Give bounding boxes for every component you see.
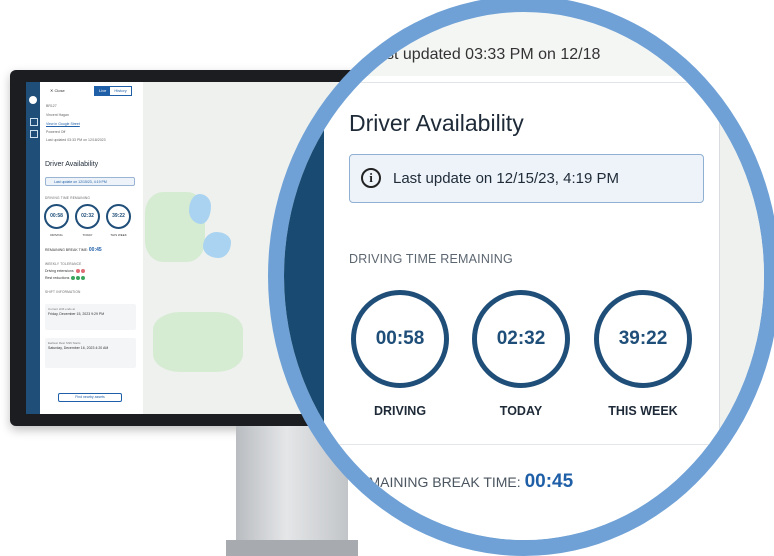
ring-label: TODAY [82,233,93,237]
last-update-alert: Last update on 12/15/23, 4:19 PM [45,177,135,186]
driving-time-label: DRIVING TIME REMAINING [45,196,91,200]
status-dot-icon [80,269,85,274]
last-updated-text: Last updated 03:33 PM on 12/18/2023 [46,138,106,142]
week-ring: 39:22 [594,290,692,388]
app-logo-icon[interactable] [29,96,37,104]
break-value: 00:45 [524,471,574,492]
break-time: REMAINING BREAK TIME: 00:45 [45,247,102,253]
find-nearby-button[interactable]: Find nearby assets [58,393,122,402]
rest-reductions-row: Rest reductions [45,276,86,281]
today-ring: 02:32 [75,204,100,229]
break-value: 00:45 [88,247,102,253]
street-view-link[interactable]: View in Google Street [46,122,80,126]
ring-value: 02:32 [81,213,94,219]
last-update-alert: i Last update on 12/15/23, 4:19 PM [349,154,704,203]
status-dot-icon [81,276,86,281]
break-time: REMAINING BREAK TIME: 00:45 [349,471,573,493]
status-dot-icon [75,269,80,274]
today-label: TODAY [499,404,543,418]
driver-side-panel: ✕ Close Live History BR127 Vincent Hagan… [40,82,144,414]
zoomed-map [716,16,764,540]
close-button[interactable]: ✕ Close [50,88,65,93]
today-ring: 02:32 [472,290,570,388]
zoomed-nav-rail [284,76,324,540]
alert-text: Last update on 12/15/23, 4:19 PM [393,170,620,187]
zoomed-view: st updated 03:33 PM on 12/18 Driver Avai… [284,16,764,553]
info-icon: i [361,168,381,188]
tab-history[interactable]: History [110,87,130,95]
tolerance-label: ERANCE [388,539,441,553]
today-value: 02:32 [496,328,546,349]
magnifier-lens: st updated 03:33 PM on 12/18 Driver Avai… [268,0,774,556]
card-value: Friday, December 15, 2023 9:29 PM [48,312,105,316]
rest-start-card: Earliest Rest Shift Starts Saturday, Dece… [45,338,136,368]
status-dot-icon [76,276,81,281]
tolerance-label: WEEKLY TOLERANCE [45,262,82,266]
break-label: REMAINING BREAK TIME: [349,474,521,490]
driving-ring: 00:58 [351,290,449,388]
tab-live[interactable]: Live [95,87,111,95]
ring-label: DRIVING [50,233,63,237]
live-history-toggle[interactable]: Live History [94,86,132,96]
lake [189,194,211,224]
lake [203,232,231,258]
vehicle-id: BR127 [46,104,57,108]
week-label: THIS WEEK [608,404,678,418]
driver-name: Vincent Hagan [46,113,69,117]
row-label: Driving extensions [45,269,74,273]
week-value: 39:22 [618,328,668,349]
list-icon[interactable] [30,130,38,138]
status-dot-icon [71,276,76,281]
shift-info-label: SHIFT INFORMATION [45,290,81,294]
row-label: Rest reductions [45,276,70,280]
layers-icon[interactable] [30,118,38,126]
page-title: Driver Availability [349,110,524,136]
shift-end-card: Current shift ends at Friday, December 15… [45,304,136,330]
power-status: Powered Off [46,130,66,134]
driving-label: DRIVING [373,404,427,418]
divider [324,444,719,445]
monitor-stand-base [226,540,358,556]
break-label: REMAINING BREAK TIME: [45,248,88,252]
driving-value: 00:58 [375,328,425,349]
card-value: Saturday, December 16, 2023 4:20 AM [48,346,109,350]
park-area [153,312,243,372]
ring-value: 39:22 [112,213,125,219]
driving-extensions-row: Driving extensions [45,269,85,274]
nav-rail [26,82,40,414]
last-updated-text: st updated 03:33 PM on 12/18 [386,46,601,63]
ring-label: THIS WEEK [110,233,127,237]
ring-value: 00:58 [50,213,63,219]
panel-title: Driver Availability [45,161,99,168]
divider [324,82,719,83]
driving-ring: 00:58 [44,204,69,229]
week-ring: 39:22 [106,204,131,229]
driving-time-label: DRIVING TIME REMAINING [349,252,513,266]
